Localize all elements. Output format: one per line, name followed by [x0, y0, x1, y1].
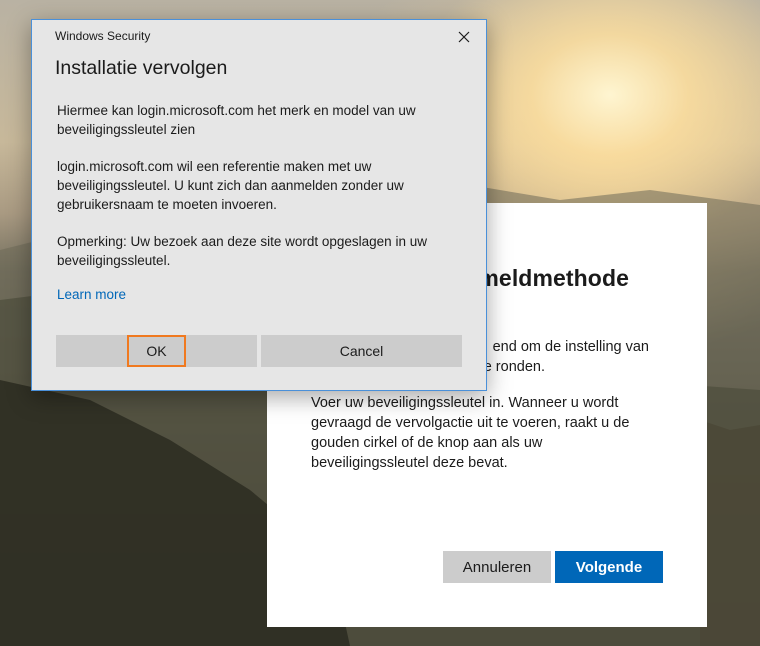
- auth-dialog-instructions: Voer uw beveiligingssleutel in. Wanneer …: [311, 395, 630, 471]
- info-paragraph-credential: login.microsoft.com wil een referentie m…: [57, 159, 404, 212]
- info-paragraph-note: Opmerking: Uw bezoek aan deze site wordt…: [57, 234, 427, 268]
- windows-security-dialog: Windows Security Installatie vervolgen H…: [31, 19, 487, 391]
- dialog-heading: Installatie vervolgen: [55, 57, 228, 79]
- title-bar[interactable]: Windows Security: [32, 20, 486, 52]
- cancel-button[interactable]: Cancel: [261, 335, 462, 367]
- volgende-button[interactable]: Volgende: [555, 551, 663, 583]
- dialog-buttons: OK Cancel: [56, 335, 462, 367]
- ok-button[interactable]: OK: [127, 335, 186, 367]
- auth-dialog-buttons: Annuleren Volgende: [443, 551, 663, 583]
- ok-button-area[interactable]: OK: [56, 335, 257, 367]
- annuleren-button[interactable]: Annuleren: [443, 551, 551, 583]
- close-icon[interactable]: [452, 26, 476, 48]
- learn-more-link[interactable]: Learn more: [57, 287, 126, 302]
- window-title: Windows Security: [55, 29, 151, 43]
- info-paragraph-brand-model: Hiermee kan login.microsoft.com het merk…: [57, 103, 416, 137]
